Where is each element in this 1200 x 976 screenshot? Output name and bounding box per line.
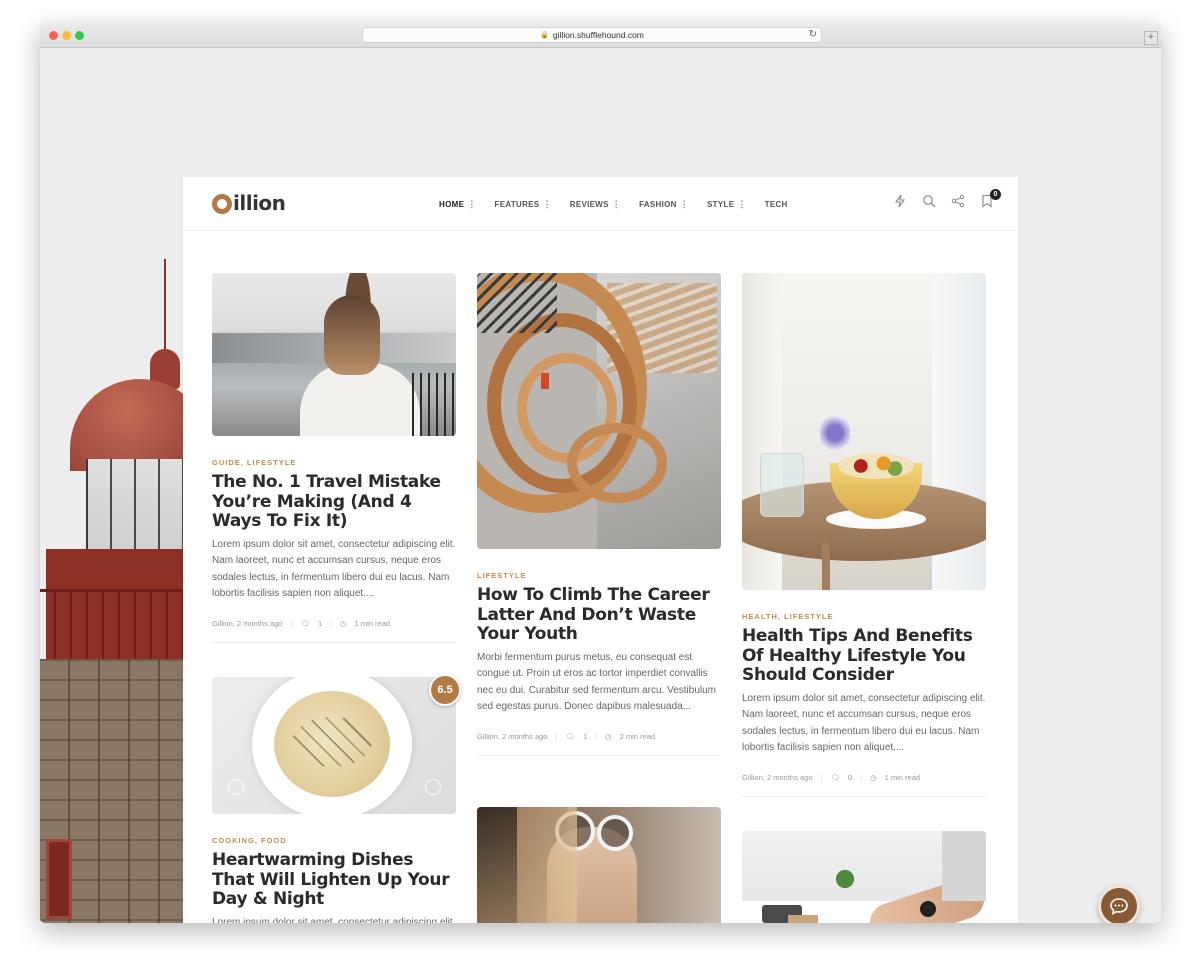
divider: | — [820, 772, 823, 782]
nav-item-fashion[interactable]: FASHION ⋮ — [639, 199, 689, 210]
post-card: 6.5 COOKING, FOOD Heartwarming Dishes Th… — [212, 674, 461, 924]
post-excerpt: Lorem ipsum dolor sit amet, consectetur … — [212, 916, 456, 924]
nav-item-home[interactable]: HOME ⋮ — [439, 199, 477, 210]
menu-dots-icon: ⋮ — [611, 199, 622, 209]
clock-icon: ◷ — [340, 618, 347, 628]
post-image[interactable]: 6.5 — [212, 674, 461, 814]
reload-icon[interactable]: ↻ — [809, 29, 817, 40]
lock-icon: 🔒 — [540, 32, 549, 39]
post-category[interactable]: GUIDE, LIFESTYLE — [212, 458, 456, 467]
comment-icon: 🗨 — [830, 772, 840, 782]
post-title[interactable]: Heartwarming Dishes That Will Lighten Up… — [212, 850, 456, 910]
address-bar[interactable]: 🔒 gillion.shufflehound.com ↻ — [362, 27, 822, 43]
nav-item-tech[interactable]: TECH — [765, 199, 788, 210]
nav-item-features[interactable]: FEATURES ⋮ — [495, 199, 552, 210]
menu-dots-icon: ⋮ — [467, 199, 477, 209]
menu-dots-icon: ⋮ — [679, 199, 690, 209]
nav-label: TECH — [764, 200, 788, 209]
comment-count[interactable]: 0 — [848, 773, 852, 782]
lightning-icon[interactable] — [893, 194, 907, 208]
nav-label: HOME — [439, 200, 465, 209]
post-divider — [477, 754, 721, 756]
comment-icon: 🗨 — [300, 618, 310, 628]
address-url: gillion.shufflehound.com — [552, 30, 644, 40]
bookmark-count-badge: 0 — [990, 189, 1001, 200]
comment-count[interactable]: 1 — [583, 732, 587, 741]
read-time: 1 min read — [354, 618, 391, 628]
clock-icon: ◷ — [870, 772, 877, 782]
close-window-button[interactable] — [49, 31, 58, 40]
post-image[interactable] — [742, 273, 986, 590]
post-excerpt: Lorem ipsum dolor sit amet, consectetur … — [212, 538, 456, 600]
nav-label: FASHION — [639, 200, 677, 209]
post-category[interactable]: COOKING, FOOD — [212, 836, 456, 845]
site-container: illion HOME ⋮ FEATURES ⋮ REVIEWS ⋮ FASHION ⋮… — [183, 177, 1018, 923]
post-card: LIFESTYLE How To Climb The Career Latter… — [477, 273, 721, 756]
post-card: HEALTH, LIFESTYLE Health Tips And Benefi… — [742, 273, 986, 797]
post-card — [477, 807, 721, 923]
post-meta: Gillion, 2 months ago | 🗨 0 | ◷ 1 min re… — [742, 773, 986, 782]
browser-window: 🔒 gillion.shufflehound.com ↻ + illion HO… — [40, 23, 1161, 923]
review-score-badge: 6.5 — [429, 674, 461, 706]
post-image[interactable] — [212, 273, 456, 436]
menu-dots-icon: ⋮ — [737, 199, 747, 209]
minimize-window-button[interactable] — [62, 31, 71, 40]
divider: | — [860, 772, 863, 782]
divider: | — [290, 618, 293, 628]
read-time: 1 min read — [884, 772, 921, 782]
header-icons: 0 — [893, 189, 1001, 208]
nav-item-style[interactable]: STYLE ⋮ — [707, 199, 747, 210]
share-icon[interactable] — [951, 194, 965, 208]
site-header: illion HOME ⋮ FEATURES ⋮ REVIEWS ⋮ FASHION ⋮… — [183, 177, 1018, 231]
search-icon[interactable] — [922, 194, 936, 208]
post-card: GUIDE, LIFESTYLE The No. 1 Travel Mistak… — [212, 273, 456, 643]
comment-icon: 🗨 — [565, 731, 575, 741]
nav-label: FEATURES — [494, 200, 540, 209]
chat-bubble-icon — [1110, 898, 1128, 915]
post-image[interactable] — [742, 831, 986, 923]
nav-label: REVIEWS — [569, 200, 609, 209]
post-image[interactable] — [477, 273, 721, 549]
nav-item-reviews[interactable]: REVIEWS ⋮ — [570, 199, 621, 210]
divider: | — [555, 731, 558, 741]
comment-count[interactable]: 1 — [318, 619, 322, 628]
post-image[interactable] — [477, 807, 721, 923]
post-meta: Gillion, 2 months ago | 🗨 1 | ◷ 2 min re… — [477, 732, 721, 741]
maximize-window-button[interactable] — [75, 31, 84, 40]
post-divider — [212, 641, 456, 643]
post-category[interactable]: LIFESTYLE — [477, 571, 721, 580]
logo-mark-icon — [212, 194, 232, 214]
post-title[interactable]: How To Climb The Career Latter And Don’t… — [477, 585, 721, 645]
divider: | — [595, 731, 598, 741]
browser-toolbar: 🔒 gillion.shufflehound.com ↻ + — [40, 23, 1161, 48]
post-author-date[interactable]: Gillion, 2 months ago — [742, 773, 812, 782]
bookmark-icon[interactable]: 0 — [980, 189, 1001, 208]
logo-text: illion — [233, 191, 286, 215]
page-viewport: illion HOME ⋮ FEATURES ⋮ REVIEWS ⋮ FASHION ⋮… — [40, 49, 1161, 923]
post-excerpt: Lorem ipsum dolor sit amet, consectetur … — [742, 692, 986, 754]
post-category[interactable]: HEALTH, LIFESTYLE — [742, 612, 986, 621]
post-card — [742, 831, 986, 923]
menu-dots-icon: ⋮ — [542, 199, 552, 209]
clock-icon: ◷ — [605, 731, 612, 741]
post-author-date[interactable]: Gillion, 2 months ago — [477, 732, 547, 741]
post-excerpt: Morbi fermentum purus metus, eu consequa… — [477, 651, 717, 713]
site-logo[interactable]: illion — [212, 191, 286, 215]
post-author-date[interactable]: Gillion, 2 months ago — [212, 619, 282, 628]
main-nav: HOME ⋮ FEATURES ⋮ REVIEWS ⋮ FASHION ⋮ STYLE ⋮… — [439, 199, 788, 210]
new-tab-button[interactable]: + — [1144, 31, 1158, 45]
chat-button[interactable] — [1098, 885, 1140, 923]
divider: | — [330, 618, 333, 628]
post-title[interactable]: The No. 1 Travel Mistake You’re Making (… — [212, 472, 456, 532]
nav-label: STYLE — [707, 200, 735, 209]
read-time: 2 min read — [619, 731, 656, 741]
post-title[interactable]: Health Tips And Benefits Of Healthy Life… — [742, 626, 986, 686]
post-meta: Gillion, 2 months ago | 🗨 1 | ◷ 1 min re… — [212, 619, 456, 628]
post-divider — [742, 795, 986, 797]
